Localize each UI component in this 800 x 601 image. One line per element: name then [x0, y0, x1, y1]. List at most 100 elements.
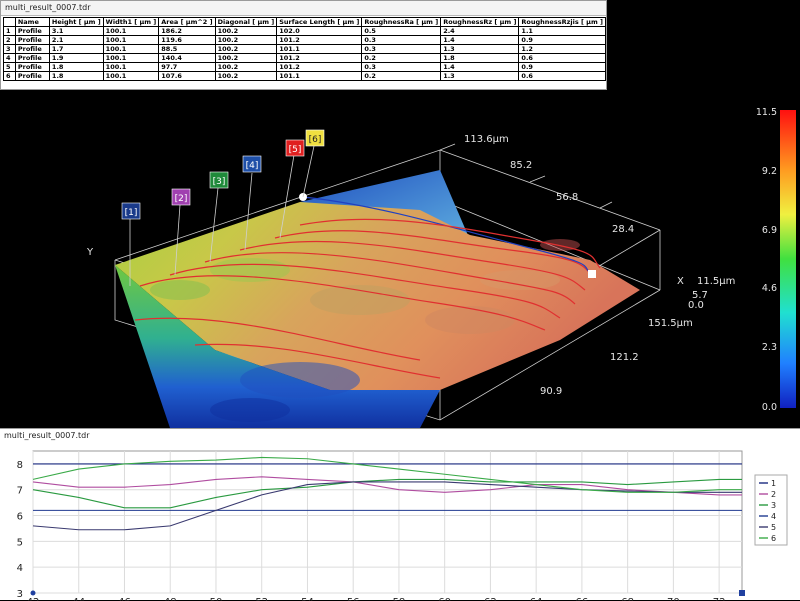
x-tick-label: 62: [484, 597, 497, 601]
y-tick-label: 7: [17, 486, 23, 497]
x-tick-label: 48: [164, 597, 177, 601]
y-axis-label-mid1: 85.2: [510, 160, 532, 171]
surface-3d-canvas[interactable]: [1] [2] [3] [4] [5] [6] 113.6µm 85.2 56.8 28.…: [0, 90, 800, 428]
profile-tag-label: [3]: [213, 177, 226, 187]
table-cell: 5: [3, 62, 16, 72]
table-cell: 119.6: [158, 35, 216, 45]
y-axis-letter: Y: [86, 247, 94, 258]
column-header[interactable]: [3, 17, 16, 27]
x-range-end-handle[interactable]: [739, 590, 745, 596]
table-cell: 100.1: [102, 44, 160, 54]
table-row[interactable]: 5 Profile 1.8 100.1 97.7 100.2 101.2 0.3 1.4 0.9: [3, 62, 606, 72]
table-row[interactable]: 3 Profile 1.7 100.1 88.5 100.2 101.1 0.3 1.3 1.2: [3, 44, 606, 54]
table-cell: 0.9: [518, 62, 606, 72]
x-tick-label: 56: [347, 597, 360, 601]
table-cell: 2.1: [48, 35, 104, 45]
table-cell: 97.7: [158, 62, 216, 72]
y-tick-label: 8: [17, 460, 23, 471]
x-tick-label: 68: [621, 597, 634, 601]
table-cell: 1.9: [48, 53, 104, 63]
table-cell: 0.3: [361, 62, 442, 72]
table-cell: 100.1: [102, 35, 160, 45]
x-tick-label: 70: [667, 597, 680, 601]
profile-tag-5[interactable]: [5]: [285, 139, 305, 157]
table-cell: 1.4: [440, 62, 520, 72]
column-header[interactable]: RoughnessRzjis [ µm ]: [518, 17, 606, 27]
column-header[interactable]: RoughnessRa [ µm ]: [361, 17, 442, 27]
table-cell: 1: [3, 26, 16, 36]
table-cell: 6: [3, 71, 16, 81]
table-row[interactable]: 2 Profile 2.1 100.1 119.6 100.2 101.2 0.3 1.4 0.9: [3, 35, 606, 45]
results-window-title: multi_result_0007.tdr: [1, 1, 606, 16]
table-cell: 1.3: [440, 44, 520, 54]
table-cell: 1.1: [518, 26, 606, 36]
profile-line-chart[interactable]: 4244464850525456586062646668707234567812…: [0, 443, 800, 601]
x-axis-label-top: 151.5µm: [648, 318, 693, 329]
table-cell: 0.2: [361, 71, 442, 81]
surface-3d-view[interactable]: [1] [2] [3] [4] [5] [6] 113.6µm 85.2 56.8 28.…: [0, 90, 800, 428]
legend-label: 1: [771, 479, 776, 488]
x-axis-letter: X: [677, 276, 684, 287]
table-cell: 1.2: [518, 44, 606, 54]
profile-tag-label: [5]: [289, 145, 302, 155]
profile-tag-label: [1]: [125, 208, 138, 218]
table-cell: 1.8: [48, 71, 104, 81]
results-table-window: multi_result_0007.tdr Name Height [ µm ]…: [0, 0, 607, 90]
table-cell: 2.4: [440, 26, 520, 36]
table-cell: 100.1: [102, 26, 160, 36]
y-axis-label-mid2: 56.8: [556, 192, 578, 203]
legend-label: 5: [771, 523, 776, 532]
table-cell: 1.3: [440, 71, 520, 81]
x-axis-label-mid1: 121.2: [610, 352, 639, 363]
table-cell: 101.2: [276, 53, 363, 63]
y-tick-label: 6: [17, 512, 23, 523]
profile-tag-2[interactable]: [2]: [171, 188, 191, 206]
profile-tag-label: [6]: [309, 135, 322, 145]
profile-tag-6[interactable]: [6]: [305, 129, 325, 147]
x-tick-label: 72: [713, 597, 726, 601]
column-header[interactable]: RoughnessRz [ µm ]: [440, 17, 520, 27]
table-cell: Profile: [14, 53, 50, 63]
x-axis-label-mid2: 90.9: [540, 386, 562, 397]
x-tick-label: 58: [393, 597, 406, 601]
x-range-start-handle[interactable]: [30, 590, 36, 596]
y-axis-label-top: 113.6µm: [464, 134, 509, 145]
profile-tag-4[interactable]: [4]: [242, 155, 262, 173]
column-header[interactable]: Area [ µm^2 ]: [158, 17, 216, 27]
table-cell: Profile: [14, 62, 50, 72]
colorbar-tick: 11.5: [756, 107, 777, 118]
column-header[interactable]: Width1 [ µm ]: [102, 17, 160, 27]
table-row[interactable]: 1 Profile 3.1 100.1 186.2 100.2 102.0 0.5 2.4 1.1: [3, 26, 606, 36]
table-cell: 100.1: [102, 53, 160, 63]
table-cell: 1.4: [440, 35, 520, 45]
column-header[interactable]: Height [ µm ]: [48, 17, 104, 27]
profile-tag-1[interactable]: [1]: [121, 202, 141, 220]
table-cell: 0.6: [518, 71, 606, 81]
column-header[interactable]: Surface Length [ µm ]: [276, 17, 363, 27]
column-header[interactable]: Diagonal [ µm ]: [214, 17, 278, 27]
profile-tag-3[interactable]: [3]: [209, 171, 229, 189]
table-cell: Profile: [14, 44, 50, 54]
table-cell: 102.0: [276, 26, 363, 36]
column-header[interactable]: Name: [14, 17, 50, 27]
legend-label: 6: [771, 534, 776, 543]
table-row[interactable]: 6 Profile 1.8 100.1 107.6 100.2 101.1 0.2 1.3 0.6: [3, 71, 606, 81]
table-cell: 0.5: [361, 26, 442, 36]
table-cell: 100.1: [102, 62, 160, 72]
table-cell: Profile: [14, 35, 50, 45]
profile-tag-label: [2]: [175, 194, 188, 204]
profile-end-marker[interactable]: [588, 270, 596, 278]
table-cell: 101.1: [276, 44, 363, 54]
table-cell: 3.1: [48, 26, 104, 36]
table-row[interactable]: 4 Profile 1.9 100.1 140.4 100.2 101.2 0.2 1.8 0.6: [3, 53, 606, 63]
colorbar-tick: 9.2: [762, 166, 777, 177]
x-tick-label: 66: [576, 597, 589, 601]
table-cell: 88.5: [158, 44, 216, 54]
table-cell: 2: [3, 35, 16, 45]
table-cell: 140.4: [158, 53, 216, 63]
x-tick-label: 44: [72, 597, 85, 601]
table-cell: Profile: [14, 26, 50, 36]
results-table: Name Height [ µm ] Width1 [ µm ] Area [ …: [3, 17, 606, 81]
x-tick-label: 52: [255, 597, 268, 601]
table-cell: 101.2: [276, 35, 363, 45]
